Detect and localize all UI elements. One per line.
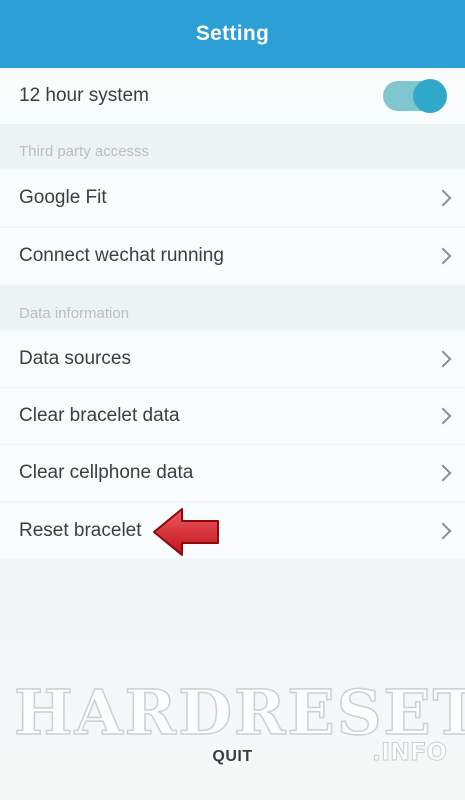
chevron-right-icon: [434, 247, 452, 265]
section-third-party-label: Third party accesss: [19, 143, 150, 160]
clear-bracelet-label: Clear bracelet data: [19, 405, 180, 426]
chevron-right-icon: [434, 522, 452, 540]
google-fit-row[interactable]: Google Fit: [0, 170, 465, 226]
chevron-right-icon: [434, 464, 452, 482]
hour-system-toggle[interactable]: [383, 79, 447, 113]
clear-cellphone-label: Clear cellphone data: [19, 462, 194, 483]
chevron-right-icon: [434, 189, 452, 207]
toggle-knob: [413, 79, 447, 113]
data-sources-label: Data sources: [19, 348, 131, 369]
hour-system-row[interactable]: 12 hour system: [0, 68, 465, 124]
reset-bracelet-row[interactable]: Reset bracelet: [0, 503, 465, 559]
hour-system-label: 12 hour system: [19, 85, 149, 106]
section-third-party: Third party accesss: [0, 124, 465, 168]
section-data-info-label: Data information: [19, 305, 130, 322]
app-header: Setting: [0, 0, 465, 68]
red-arrow-pointer-icon: [153, 508, 219, 556]
chevron-right-icon: [434, 407, 452, 425]
clear-cellphone-row[interactable]: Clear cellphone data: [0, 445, 465, 501]
data-sources-row[interactable]: Data sources: [0, 331, 465, 387]
clear-bracelet-row[interactable]: Clear bracelet data: [0, 388, 465, 444]
section-data-info: Data information: [0, 286, 465, 330]
google-fit-label: Google Fit: [19, 187, 107, 208]
reset-bracelet-label: Reset bracelet: [19, 520, 142, 541]
page-title: Setting: [195, 22, 270, 45]
wechat-label: Connect wechat running: [19, 245, 224, 266]
chevron-right-icon: [434, 350, 452, 368]
quit-button[interactable]: QUIT: [0, 748, 465, 766]
wechat-row[interactable]: Connect wechat running: [0, 228, 465, 284]
